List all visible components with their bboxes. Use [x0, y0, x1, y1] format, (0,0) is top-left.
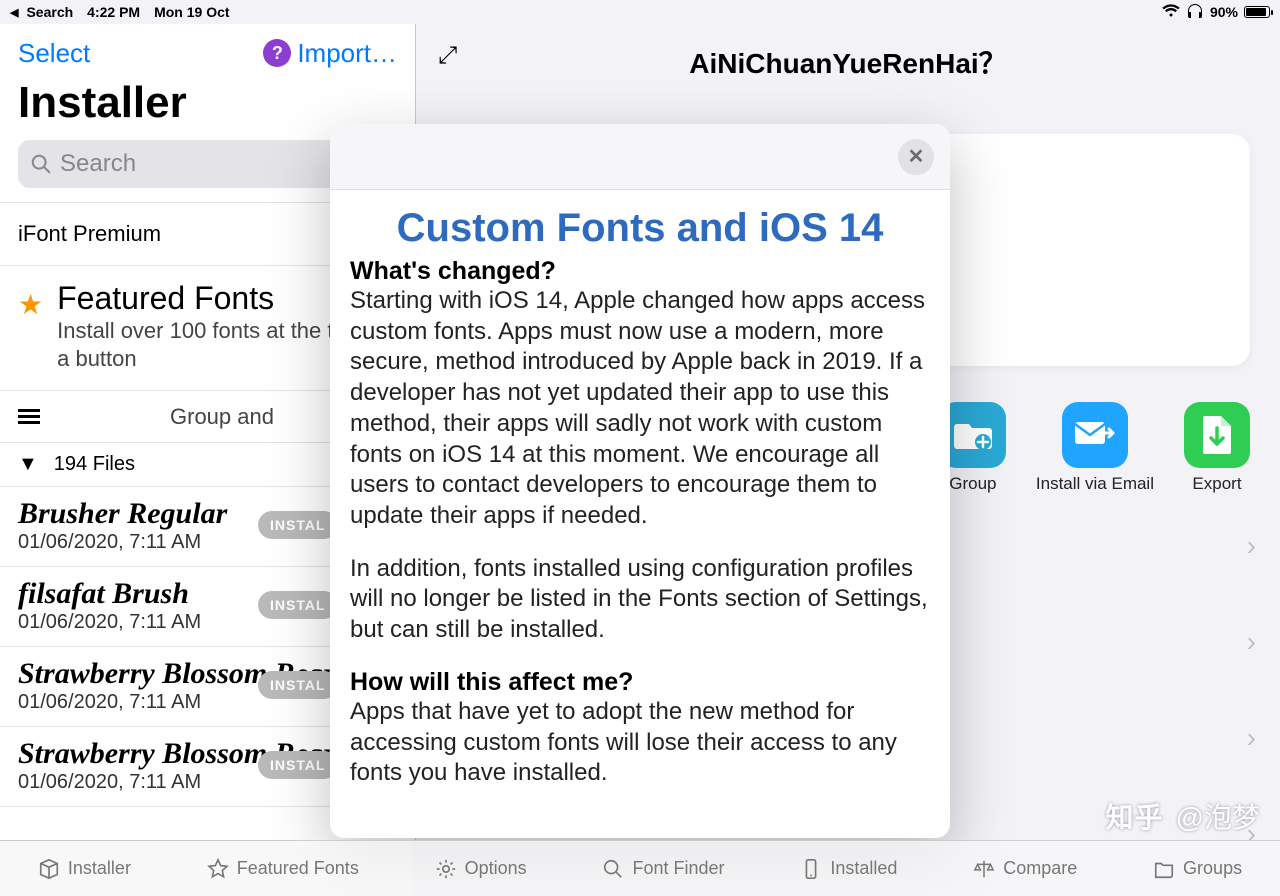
tab-label: Compare: [1003, 858, 1077, 879]
tab-compare[interactable]: Compare: [973, 858, 1077, 880]
modal-heading: How will this affect me?: [350, 668, 930, 697]
close-button[interactable]: ✕: [898, 139, 934, 175]
star-icon: [207, 858, 229, 880]
watermark-author: @泡梦: [1176, 796, 1260, 836]
modal-paragraph: In addition, fonts installed using confi…: [350, 554, 930, 646]
tab-label: Options: [465, 858, 527, 879]
modal-title: Custom Fonts and iOS 14: [350, 206, 930, 251]
tab-groups[interactable]: Groups: [1153, 858, 1242, 880]
tab-label: Featured Fonts: [237, 858, 359, 879]
tab-font-finder[interactable]: Font Finder: [602, 858, 724, 880]
tab-label: Font Finder: [632, 858, 724, 879]
scale-icon: [973, 858, 995, 880]
watermark-site: 知乎: [1106, 796, 1164, 836]
tab-installer[interactable]: Installer: [38, 858, 131, 880]
box-icon: [38, 858, 60, 880]
modal-paragraph: Apps that have yet to adopt the new meth…: [350, 697, 930, 789]
tab-options[interactable]: Options: [435, 858, 527, 880]
watermark: 知乎 @泡梦: [1106, 796, 1260, 836]
tab-label: Installed: [830, 858, 897, 879]
tab-featured[interactable]: Featured Fonts: [207, 858, 359, 880]
close-icon: ✕: [908, 144, 925, 169]
magnify-icon: [602, 858, 624, 880]
info-modal: ✕ Custom Fonts and iOS 14 What's changed…: [330, 124, 950, 838]
modal-heading: What's changed?: [350, 257, 930, 286]
tab-bar: Installer Featured Fonts Options Font Fi…: [0, 840, 1280, 896]
phone-icon: [800, 858, 822, 880]
tab-label: Installer: [68, 858, 131, 879]
modal-paragraph: Starting with iOS 14, Apple changed how …: [350, 286, 930, 532]
tab-label: Groups: [1183, 858, 1242, 879]
tab-installed[interactable]: Installed: [800, 858, 897, 880]
folder-icon: [1153, 858, 1175, 880]
gear-icon: [435, 858, 457, 880]
